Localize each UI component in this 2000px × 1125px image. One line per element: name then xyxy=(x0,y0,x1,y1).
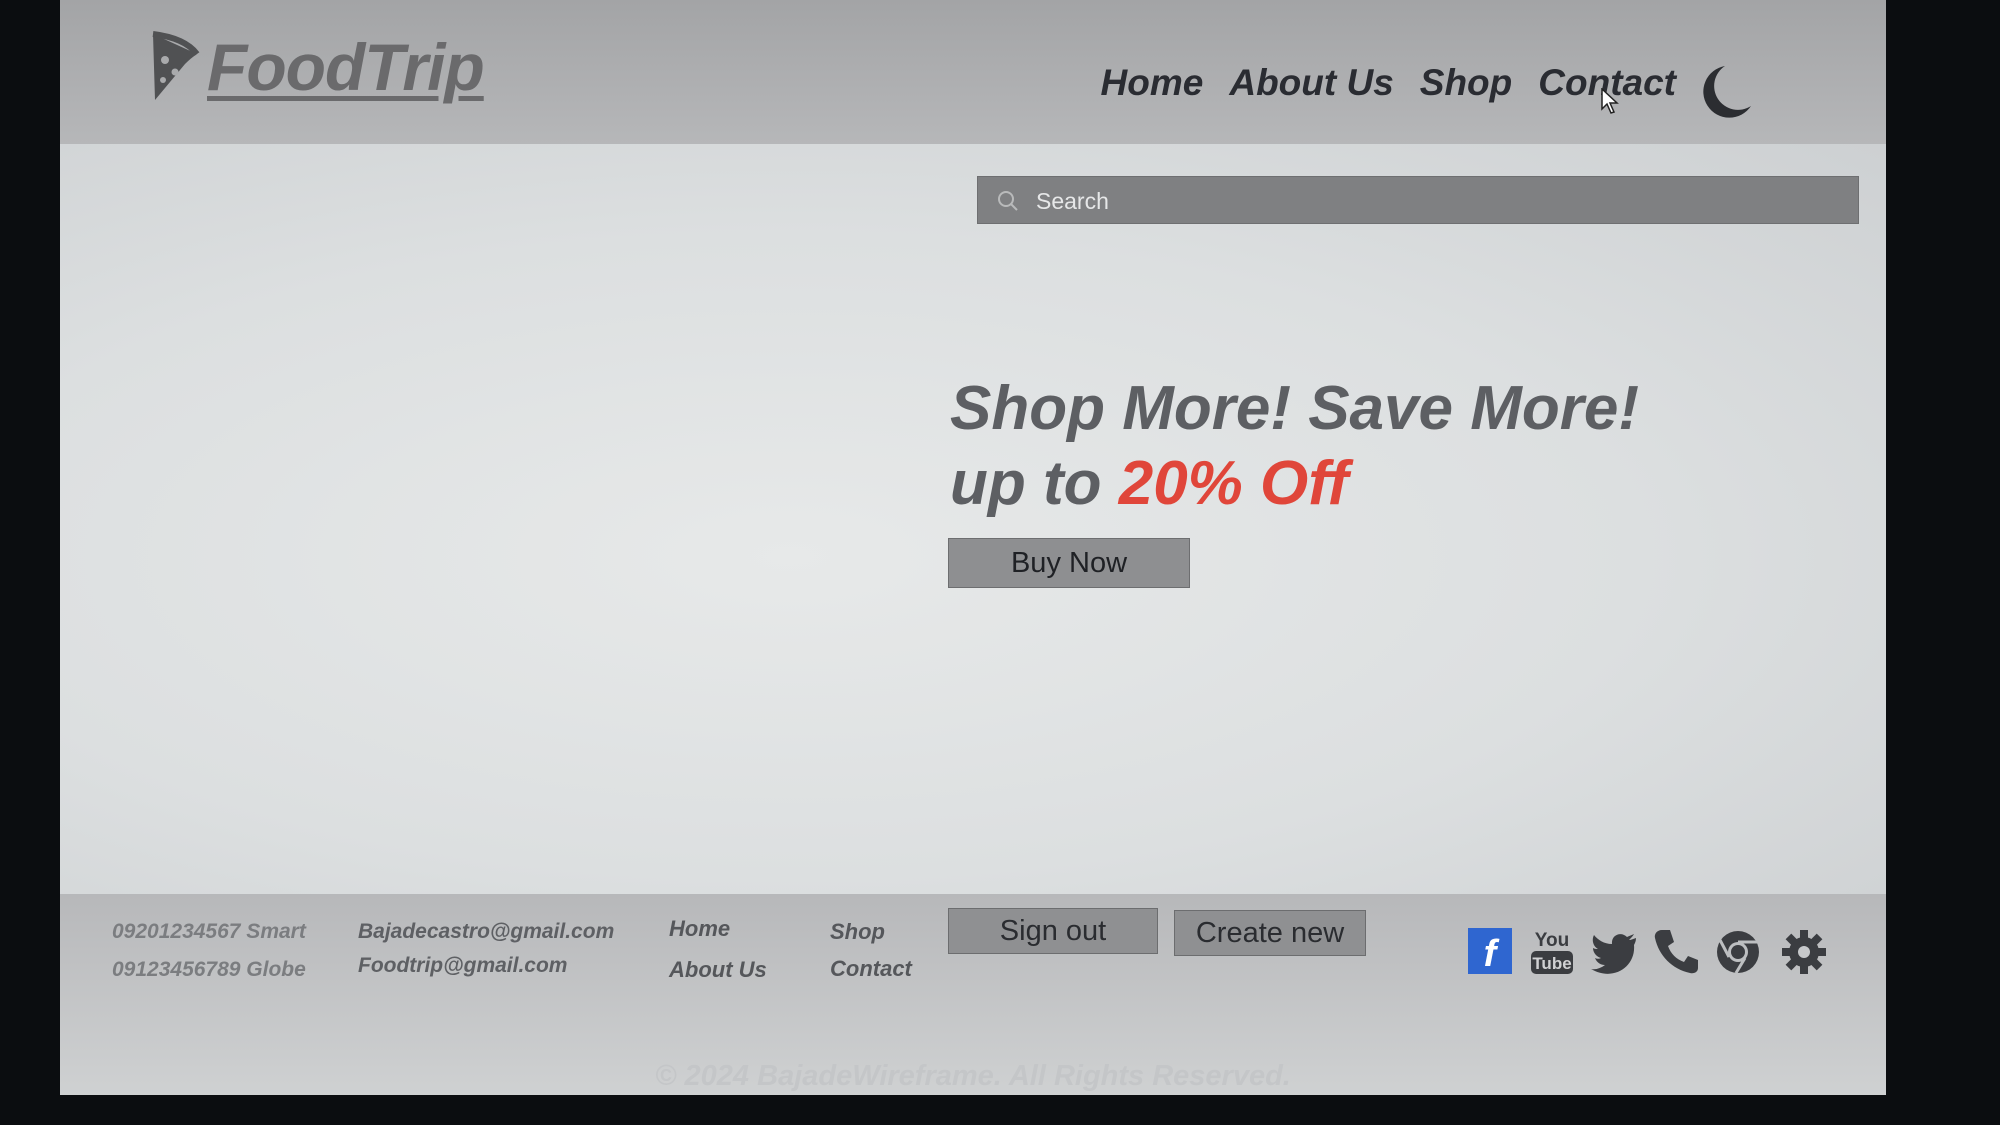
footer-link-about-us[interactable]: About Us xyxy=(669,957,767,983)
logo-text: FoodTrip xyxy=(207,30,485,104)
chrome-icon[interactable] xyxy=(1714,926,1762,976)
sign-out-button[interactable]: Sign out xyxy=(948,908,1158,954)
footer-link-contact[interactable]: Contact xyxy=(830,956,912,982)
mouse-cursor-icon xyxy=(1601,88,1619,114)
promo-sub-prefix: up to xyxy=(950,449,1119,518)
gear-icon[interactable] xyxy=(1780,926,1828,976)
youtube-icon[interactable]: You Tube xyxy=(1528,926,1576,976)
search-bar[interactable] xyxy=(977,176,1859,225)
create-new-button[interactable]: Create new xyxy=(1174,910,1366,956)
main-nav: Home About Us Shop Contact xyxy=(1101,62,1676,104)
pizza-slice-icon xyxy=(152,31,200,100)
hero-section: Shop More! Save More! up to 20% Off Buy … xyxy=(60,144,1886,894)
nav-home[interactable]: Home xyxy=(1101,62,1204,104)
promo-headline: Shop More! Save More! xyxy=(950,374,1639,443)
site-header: FoodTrip Home About Us Shop Contact xyxy=(60,0,1886,144)
nav-about-us[interactable]: About Us xyxy=(1229,62,1393,104)
search-input[interactable] xyxy=(1034,177,1838,225)
promo-subline: up to 20% Off xyxy=(950,446,1639,522)
buy-now-button[interactable]: Buy Now xyxy=(948,538,1190,588)
browser-viewport: FoodTrip Home About Us Shop Contact Shop… xyxy=(60,0,1886,1095)
facebook-icon[interactable]: f xyxy=(1466,926,1514,976)
footer-phone-globe: 09123456789 Globe xyxy=(112,958,306,981)
phone-icon[interactable] xyxy=(1652,926,1700,976)
dark-mode-toggle-icon[interactable] xyxy=(1695,62,1753,122)
promo-banner: Shop More! Save More! up to 20% Off xyxy=(950,372,1639,522)
twitter-icon[interactable] xyxy=(1590,926,1638,976)
footer-phone-smart: 09201234567 Smart xyxy=(112,920,306,943)
promo-discount: 20% Off xyxy=(1118,449,1349,518)
footer-link-shop[interactable]: Shop xyxy=(830,919,885,945)
footer-link-home[interactable]: Home xyxy=(669,916,730,942)
site-logo[interactable]: FoodTrip xyxy=(145,28,485,106)
nav-shop[interactable]: Shop xyxy=(1420,62,1512,104)
footer-email-2[interactable]: Foodtrip@gmail.com xyxy=(358,954,567,978)
copyright-text: © 2024 BajadeWireframe. All Rights Reser… xyxy=(655,1060,1291,1092)
site-footer: 09201234567 Smart 09123456789 Globe Baja… xyxy=(60,894,1886,1095)
svg-text:Tube: Tube xyxy=(1532,954,1571,973)
footer-email-1[interactable]: Bajadecastro@gmail.com xyxy=(358,920,614,944)
svg-text:You: You xyxy=(1535,930,1569,951)
search-icon xyxy=(998,191,1018,211)
